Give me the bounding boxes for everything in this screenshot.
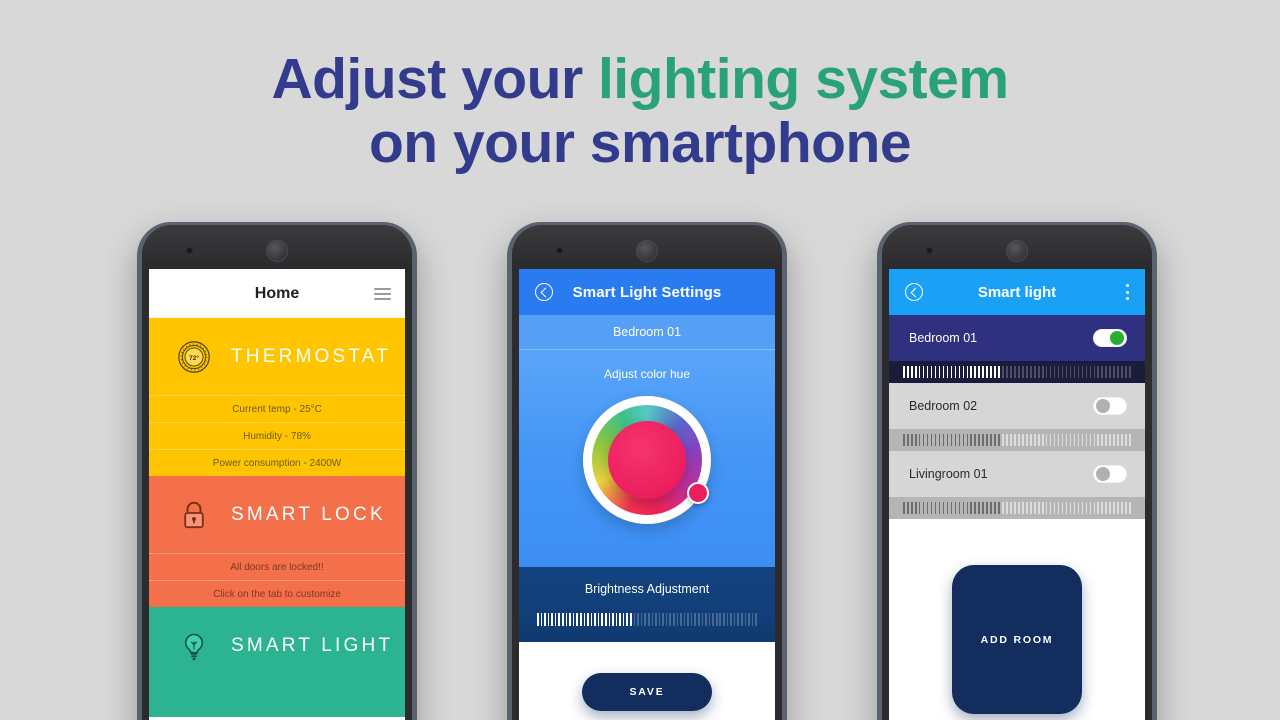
hue-picker-panel: Adjust color hue: [519, 350, 775, 567]
phone-top-bezel: [512, 225, 782, 271]
brightness-panel: Brightness Adjustment: [519, 567, 775, 642]
color-wheel-handle[interactable]: [687, 482, 709, 504]
smart-lock-header: SMART LOCK: [149, 476, 405, 553]
room-toggle[interactable]: [1093, 465, 1127, 483]
smart-lock-title: SMART LOCK: [231, 503, 386, 525]
headline-line1-accent: lighting system: [597, 47, 1009, 111]
brightness-label: Brightness Adjustment: [584, 582, 710, 596]
table-row[interactable]: Livingroom 01: [889, 451, 1145, 497]
section-thermostat[interactable]: 72° THERMOSTAT Current temp - 25°C Humid…: [149, 318, 405, 476]
room-name: Bedroom 01: [909, 331, 978, 345]
room-brightness-slider[interactable]: [889, 429, 1145, 451]
phone2-footer: SAVE: [519, 642, 775, 720]
phone1-appbar: Home: [149, 269, 405, 318]
section-smart-light[interactable]: SMART LIGHT: [149, 607, 405, 717]
table-row[interactable]: Bedroom 02: [889, 383, 1145, 429]
room-toggle[interactable]: [1093, 329, 1127, 347]
table-row[interactable]: Bedroom 01: [889, 315, 1145, 361]
front-camera-icon: [186, 247, 193, 254]
room-name: Livingroom 01: [909, 467, 988, 481]
front-camera-icon: [556, 247, 563, 254]
color-wheel-preview: [608, 421, 686, 499]
lightbulb-icon: [177, 629, 211, 663]
phone-top-bezel: [882, 225, 1152, 271]
phone-top-bezel: [142, 225, 412, 271]
add-room-button[interactable]: ADD ROOM: [952, 565, 1082, 714]
room-name: Bedroom 02: [909, 399, 978, 413]
thermostat-stat-humidity: Humidity - 78%: [149, 422, 405, 449]
phone2-appbar: Smart Light Settings: [519, 269, 775, 315]
color-wheel[interactable]: [583, 396, 711, 524]
thermostat-stat-temp: Current temp - 25°C: [149, 395, 405, 422]
thermostat-header: 72° THERMOSTAT: [149, 318, 405, 395]
room-brightness-slider[interactable]: [889, 361, 1145, 383]
hamburger-icon[interactable]: [374, 287, 391, 300]
front-camera-icon: [926, 247, 933, 254]
phone3-footer: ADD ROOM: [889, 519, 1145, 714]
smart-light-title: SMART LIGHT: [231, 634, 394, 656]
phone1-screen: Home 72° THERMOSTAT Current temp - 25°C …: [149, 269, 405, 720]
circle-chevron-left-icon[interactable]: [535, 283, 553, 301]
promo-banner: Adjust your lighting system on your smar…: [0, 0, 1280, 720]
room-toggle[interactable]: [1093, 397, 1127, 415]
phone3-title: Smart light: [977, 283, 1057, 301]
earpiece-speaker-icon: [636, 240, 658, 262]
circle-chevron-left-icon[interactable]: [905, 283, 923, 301]
brightness-slider[interactable]: [537, 613, 757, 626]
headline-line2: on your smartphone: [368, 110, 912, 175]
thermostat-title: THERMOSTAT: [231, 345, 392, 367]
thermostat-dial-icon: 72°: [177, 340, 211, 374]
room-brightness-slider[interactable]: [889, 497, 1145, 519]
smart-light-header: SMART LIGHT: [149, 607, 405, 684]
page-title: Adjust your lighting system on your smar…: [0, 47, 1280, 176]
svg-text:72°: 72°: [189, 354, 199, 362]
smart-lock-hint: Click on the tab to customize: [149, 580, 405, 607]
phone2-screen: Smart Light Settings Bedroom 01 Adjust c…: [519, 269, 775, 720]
save-button[interactable]: SAVE: [582, 673, 712, 711]
padlock-icon: [177, 498, 211, 532]
section-smart-lock[interactable]: SMART LOCK All doors are locked!! Click …: [149, 476, 405, 607]
headline-line1-primary: Adjust your: [271, 47, 598, 111]
earpiece-speaker-icon: [266, 240, 288, 262]
phone2-title: Smart Light Settings: [572, 283, 722, 301]
thermostat-stat-power: Power consumption - 2400W: [149, 449, 405, 476]
dots-vertical-icon[interactable]: [1126, 284, 1129, 300]
phone3-appbar: Smart light: [889, 269, 1145, 315]
hue-picker-label: Adjust color hue: [603, 367, 691, 381]
earpiece-speaker-icon: [1006, 240, 1028, 262]
phone2-room-label[interactable]: Bedroom 01: [519, 315, 775, 350]
phone3-screen: Smart light Bedroom 01 Bedroom 02 Living…: [889, 269, 1145, 720]
phone1-title: Home: [254, 284, 300, 302]
smart-lock-status: All doors are locked!!: [149, 553, 405, 580]
